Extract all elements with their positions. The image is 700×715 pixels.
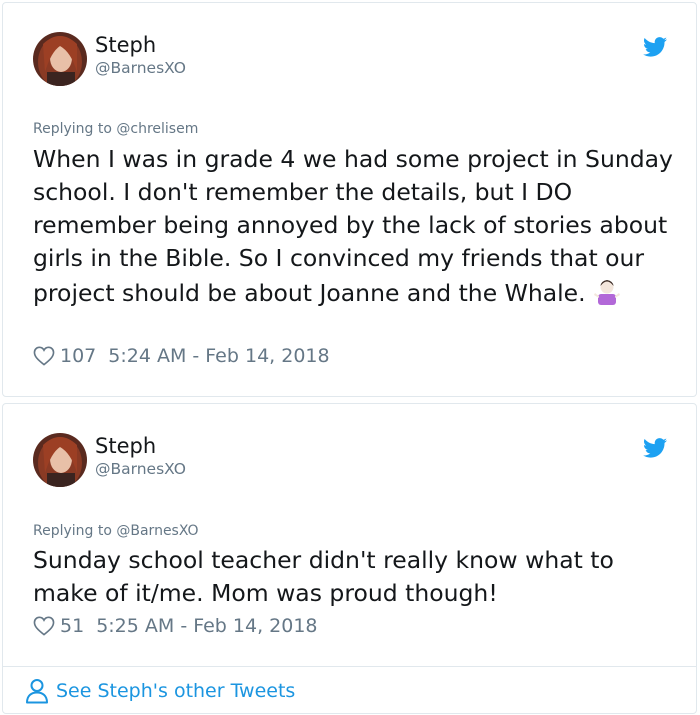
heart-icon[interactable]: [33, 346, 55, 366]
author-name[interactable]: Steph: [95, 434, 156, 458]
timestamp[interactable]: 5:24 AM - Feb 14, 2018: [108, 345, 329, 367]
heart-icon[interactable]: [33, 616, 55, 636]
author-name[interactable]: Steph: [95, 33, 156, 57]
tweet-text: Sunday school teacher didn't really know…: [33, 546, 614, 607]
tweet-card[interactable]: Steph @BarnesXO Replying to @chrelisem W…: [2, 2, 697, 397]
see-other-tweets-label[interactable]: See Steph's other Tweets: [56, 680, 295, 702]
like-count[interactable]: 51: [60, 615, 84, 637]
tweet-meta: 51 5:25 AM - Feb 14, 2018: [33, 615, 318, 637]
replying-to[interactable]: Replying to @chrelisem: [33, 121, 198, 137]
tweet-text: When I was in grade 4 we had some projec…: [33, 143, 673, 310]
person-shrugging-emoji-icon: [593, 280, 620, 305]
like-count[interactable]: 107: [60, 345, 96, 367]
timestamp[interactable]: 5:25 AM - Feb 14, 2018: [96, 615, 317, 637]
twitter-bird-icon[interactable]: [643, 438, 667, 458]
author-handle[interactable]: @BarnesXO: [95, 59, 186, 77]
person-outline-icon: [26, 679, 48, 704]
tweet-meta: 107 5:24 AM - Feb 14, 2018: [33, 345, 330, 367]
tweet-card[interactable]: Steph @BarnesXO Replying to @BarnesXO Su…: [2, 403, 697, 714]
replying-to[interactable]: Replying to @BarnesXO: [33, 523, 199, 539]
tweet-text-body: When I was in grade 4 we had some projec…: [33, 145, 673, 307]
avatar[interactable]: [33, 433, 87, 487]
avatar[interactable]: [33, 32, 87, 86]
twitter-bird-icon[interactable]: [643, 37, 667, 57]
see-other-tweets-link[interactable]: See Steph's other Tweets: [3, 666, 696, 715]
author-handle[interactable]: @BarnesXO: [95, 460, 186, 478]
